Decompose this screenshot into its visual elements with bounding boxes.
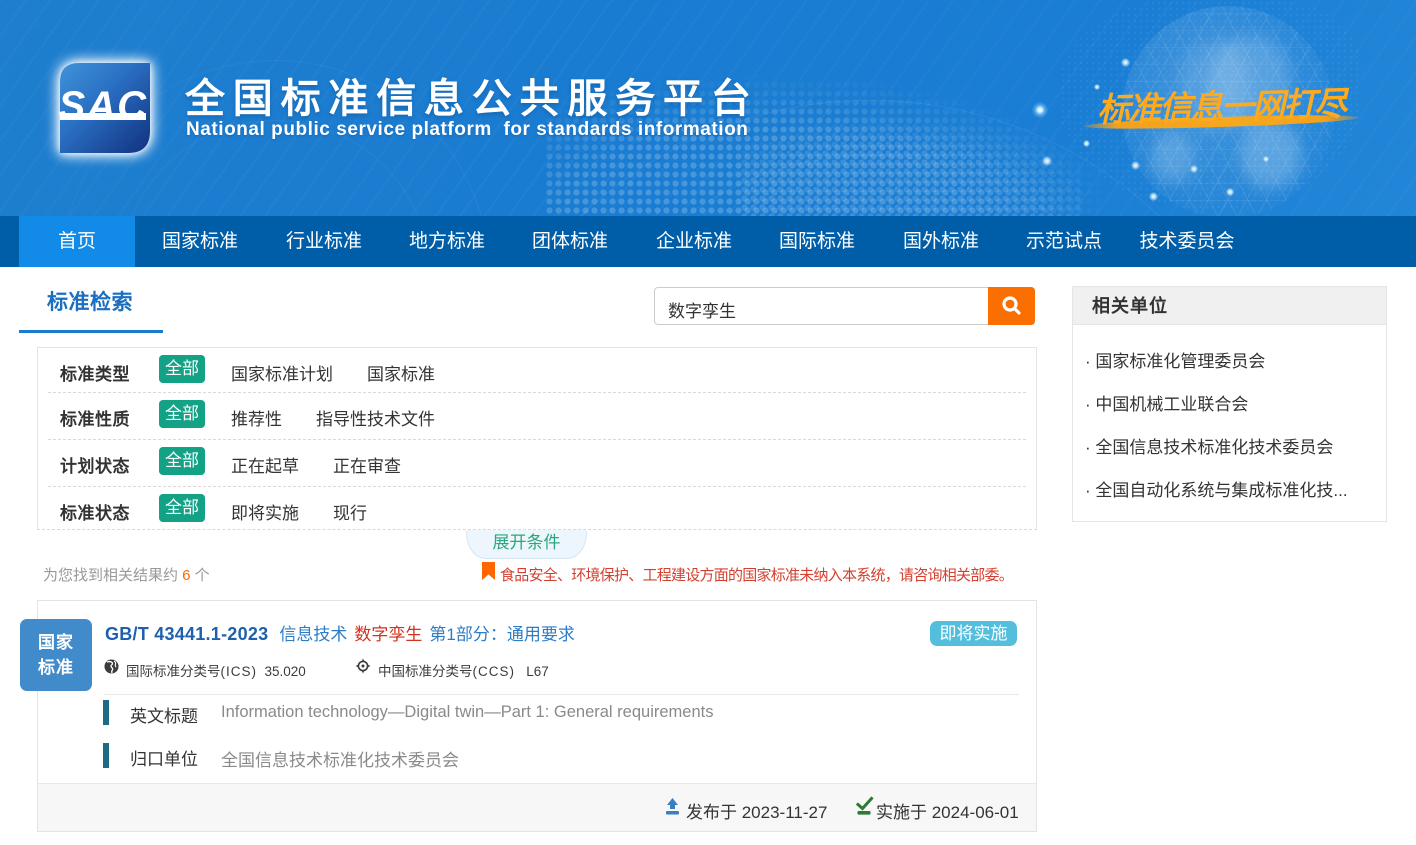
svg-text:SAC: SAC	[59, 84, 148, 128]
